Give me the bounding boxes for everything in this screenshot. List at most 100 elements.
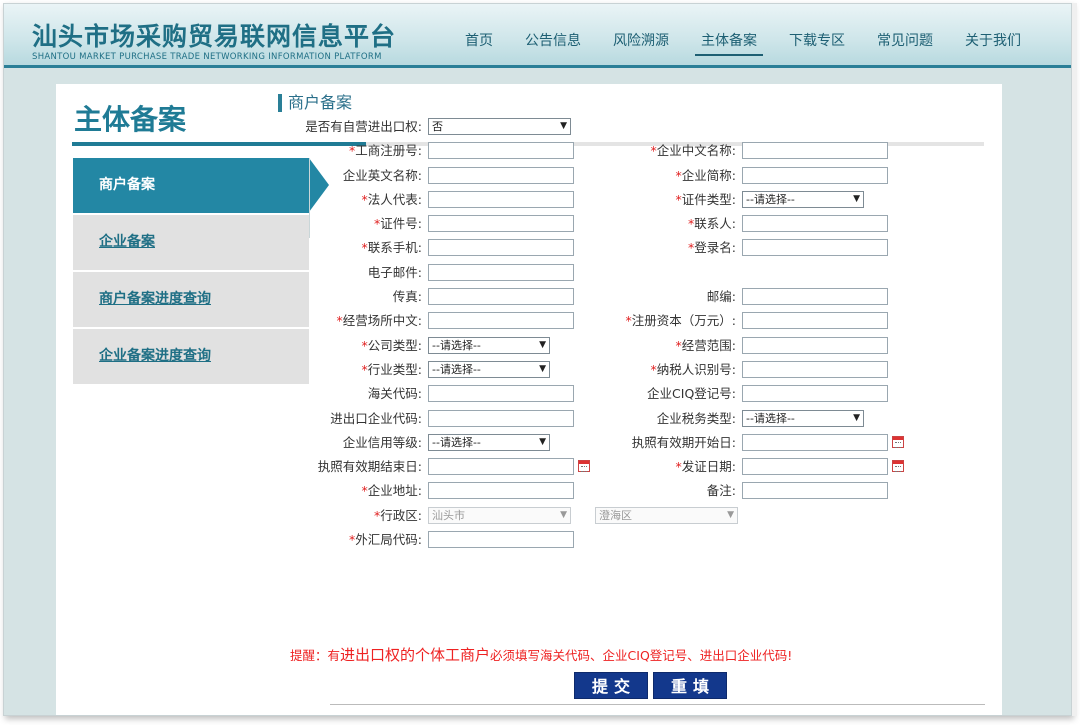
company-en-name-label: 企业英文名称:: [342, 167, 422, 183]
license-start-input[interactable]: [742, 433, 888, 451]
biz-place-label: *经营场所中文:: [336, 313, 422, 329]
credit-level-label: 企业信用等级:: [342, 434, 422, 450]
reg-capital-input[interactable]: [742, 312, 888, 330]
fax-input[interactable]: [428, 288, 574, 306]
site-title-cn: 汕头市场采购贸易联网信息平台: [32, 22, 397, 51]
remark-label: 备注:: [706, 483, 736, 499]
ie-code-label: 进出口企业代码:: [330, 410, 422, 426]
form-row: 电子邮件:: [278, 262, 938, 286]
reset-button[interactable]: 重填: [653, 672, 727, 699]
login-name-input[interactable]: [742, 239, 888, 257]
district-city-select[interactable]: 汕头市 ▼: [428, 506, 571, 524]
biz-reg-no-input[interactable]: [428, 142, 574, 160]
biz-place-input[interactable]: [428, 312, 574, 330]
ciq-code-input[interactable]: [742, 385, 888, 403]
contact-input[interactable]: [742, 215, 888, 233]
chevron-down-icon: ▼: [539, 436, 546, 447]
district-area-select[interactable]: 澄海区 ▼: [595, 506, 738, 524]
calendar-icon[interactable]: [892, 460, 904, 473]
sidebar: 商户备案 企业备案 商户备案进度查询 企业备案进度查询: [73, 158, 329, 386]
chevron-down-icon: ▼: [853, 193, 860, 204]
main-nav: 首页 公告信息 风险溯源 主体备案 下载专区 常见问题 关于我们: [459, 26, 1047, 56]
calendar-icon[interactable]: [892, 435, 904, 448]
form-row: *证件号: *联系人:: [278, 213, 938, 237]
form-tip: 提醒：有进出口权的个体工商户必须填写海关代码、企业CIQ登记号、进出口企业代码!: [290, 646, 793, 664]
form-row: 是否有自营进出口权: 否 ▼: [278, 116, 938, 140]
form-heading: 商户备案: [278, 94, 352, 112]
taxpayer-id-label: *纳税人识别号:: [650, 361, 736, 377]
customs-code-input[interactable]: [428, 385, 574, 403]
merchant-filing-form: 是否有自营进出口权: 否 ▼ *工商注册号: *企业中文名称: 企业英文名称: *…: [278, 116, 938, 553]
form-row: 企业信用等级: --请选择-- ▼ 执照有效期开始日:: [278, 432, 938, 456]
remark-input[interactable]: [742, 482, 888, 500]
form-row: *工商注册号: *企业中文名称:: [278, 140, 938, 164]
ie-code-input[interactable]: [428, 409, 574, 427]
company-short-input[interactable]: [742, 166, 888, 184]
id-type-label: *证件类型:: [675, 191, 736, 207]
form-row: 传真: 邮编:: [278, 286, 938, 310]
tax-type-label: 企业税务类型:: [656, 410, 736, 426]
postcode-input[interactable]: [742, 288, 888, 306]
forex-code-input[interactable]: [428, 531, 574, 549]
form-row: 执照有效期结束日: *发证日期:: [278, 456, 938, 480]
biz-reg-no-label: *工商注册号:: [349, 143, 422, 159]
email-label: 电子邮件:: [367, 264, 422, 280]
id-type-select[interactable]: --请选择-- ▼: [742, 190, 864, 208]
legal-rep-label: *法人代表:: [361, 191, 422, 207]
contact-phone-input[interactable]: [428, 239, 574, 257]
scrollbar[interactable]: [1072, 3, 1077, 716]
sidebar-item-merchant-filing[interactable]: 商户备案: [73, 158, 329, 213]
issue-date-label: *发证日期:: [675, 459, 736, 475]
contact-phone-label: *联系手机:: [361, 240, 422, 256]
calendar-icon[interactable]: [578, 460, 590, 473]
submit-button[interactable]: 提交: [574, 672, 648, 699]
sidebar-item-company-progress[interactable]: 企业备案进度查询: [73, 329, 309, 384]
sidebar-item-merchant-progress[interactable]: 商户备案进度查询: [73, 272, 309, 327]
nav-downloads[interactable]: 下载专区: [783, 26, 851, 56]
nav-about[interactable]: 关于我们: [959, 26, 1027, 56]
form-row: *经营场所中文: *注册资本（万元）:: [278, 310, 938, 334]
id-no-input[interactable]: [428, 215, 574, 233]
nav-entity-filing[interactable]: 主体备案: [695, 26, 763, 56]
form-bottom-divider: [330, 704, 985, 705]
nav-home[interactable]: 首页: [459, 26, 499, 56]
chevron-down-icon: ▼: [560, 509, 567, 520]
credit-level-select[interactable]: --请选择-- ▼: [428, 433, 550, 451]
address-input[interactable]: [428, 482, 574, 500]
form-row: 企业英文名称: *企业简称:: [278, 165, 938, 189]
industry-type-select[interactable]: --请选择-- ▼: [428, 360, 550, 378]
address-label: *企业地址:: [361, 483, 422, 499]
customs-code-label: 海关代码:: [367, 386, 422, 402]
tax-type-select[interactable]: --请选择-- ▼: [742, 409, 864, 427]
chevron-down-icon: ▼: [539, 363, 546, 374]
legal-rep-input[interactable]: [428, 190, 574, 208]
chevron-down-icon: ▼: [539, 339, 546, 350]
biz-scope-label: *经营范围:: [675, 337, 736, 353]
form-row: *法人代表: *证件类型: --请选择-- ▼: [278, 189, 938, 213]
form-row: *公司类型: --请选择-- ▼ *经营范围:: [278, 335, 938, 359]
form-row: *联系手机: *登录名:: [278, 237, 938, 261]
biz-scope-input[interactable]: [742, 336, 888, 354]
nav-faq[interactable]: 常见问题: [871, 26, 939, 56]
company-cn-name-input[interactable]: [742, 142, 888, 160]
license-start-label: 执照有效期开始日:: [631, 434, 736, 450]
license-end-input[interactable]: [428, 458, 574, 476]
sidebar-item-company-filing[interactable]: 企业备案: [73, 215, 309, 270]
industry-type-label: *行业类型:: [361, 361, 422, 377]
chevron-down-icon: ▼: [727, 509, 734, 520]
taxpayer-id-input[interactable]: [742, 360, 888, 378]
contact-label: *联系人:: [688, 216, 736, 232]
form-actions: 提交 重填: [574, 672, 727, 699]
header-divider: [4, 65, 1071, 68]
company-type-select[interactable]: --请选择-- ▼: [428, 336, 550, 354]
self-export-select[interactable]: 否 ▼: [428, 118, 571, 135]
company-en-name-input[interactable]: [428, 166, 574, 184]
nav-announcements[interactable]: 公告信息: [519, 26, 587, 56]
company-type-label: *公司类型:: [361, 337, 422, 353]
company-cn-name-label: *企业中文名称:: [650, 143, 736, 159]
issue-date-input[interactable]: [742, 458, 888, 476]
email-input[interactable]: [428, 263, 574, 281]
login-name-label: *登录名:: [688, 240, 736, 256]
nav-risk-trace[interactable]: 风险溯源: [607, 26, 675, 56]
district-label: *行政区:: [374, 507, 422, 523]
